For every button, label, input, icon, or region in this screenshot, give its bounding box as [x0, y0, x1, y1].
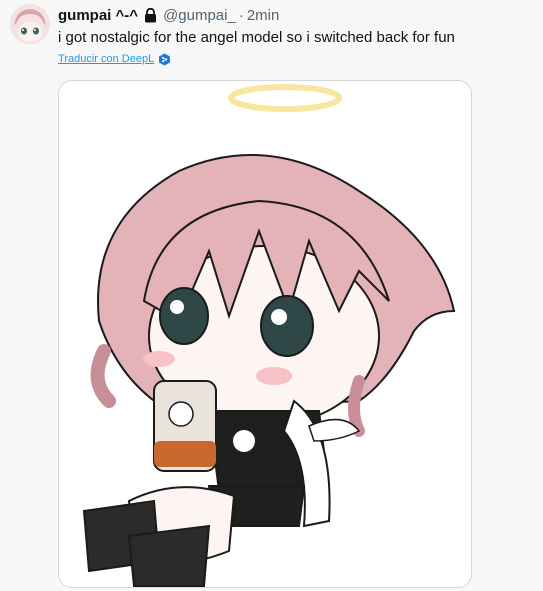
translate-label[interactable]: Traducir con DeepL [58, 52, 154, 66]
tweet-header: gumpai ^-^ @gumpai_ · 2min [58, 5, 279, 25]
separator-dot: · [238, 6, 244, 24]
avatar[interactable] [10, 4, 50, 44]
handle[interactable]: @gumpai_ [163, 7, 236, 24]
tweet-text: i got nostalgic for the angel model so i… [58, 29, 455, 46]
deepl-icon [158, 53, 171, 66]
translate-link[interactable]: Traducir con DeepL [58, 52, 171, 66]
lock-icon [144, 7, 157, 23]
tweet[interactable]: gumpai ^-^ @gumpai_ · 2min i got nostalg… [0, 0, 543, 591]
chibi-illustration [59, 81, 471, 587]
tweet-media-image[interactable] [58, 80, 472, 588]
display-name[interactable]: gumpai ^-^ [58, 7, 138, 24]
timestamp[interactable]: 2min [247, 7, 280, 24]
